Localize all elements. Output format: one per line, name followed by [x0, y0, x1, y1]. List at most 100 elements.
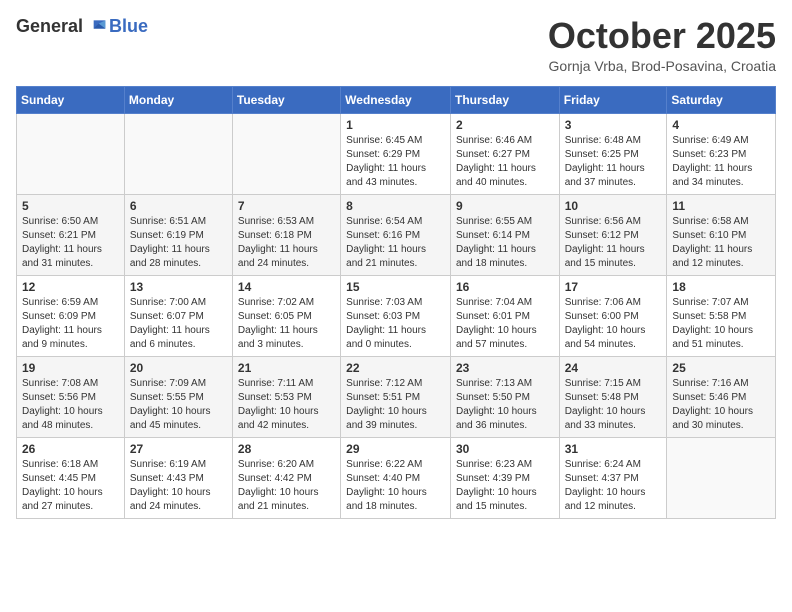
- day-number: 26: [22, 442, 119, 456]
- calendar-cell: 31 Sunrise: 6:24 AM Sunset: 4:37 PM Dayli…: [559, 437, 667, 518]
- weekday-header-saturday: Saturday: [667, 86, 776, 113]
- calendar-cell: 26 Sunrise: 6:18 AM Sunset: 4:45 PM Dayli…: [17, 437, 125, 518]
- day-number: 1: [346, 118, 445, 132]
- calendar-cell: 10Sunrise: 6:56 AM Sunset: 6:12 PM Dayli…: [559, 194, 667, 275]
- weekday-header-friday: Friday: [559, 86, 667, 113]
- day-info: Sunrise: 6:24 AM Sunset: 4:37 PM Dayligh…: [565, 458, 662, 514]
- calendar-week-2: 5 Sunrise: 6:50 AM Sunset: 6:21 PM Daylig…: [17, 194, 776, 275]
- day-info: Sunrise: 7:07 AM Sunset: 5:58 PM Dayligh…: [672, 296, 770, 352]
- day-number: 13: [130, 280, 227, 294]
- calendar-title: October 2025: [548, 16, 776, 56]
- day-info: Sunrise: 7:15 AM Sunset: 5:48 PM Dayligh…: [565, 377, 662, 433]
- calendar-cell: 23 Sunrise: 7:13 AM Sunset: 5:50 PM Dayli…: [450, 356, 559, 437]
- calendar-cell: 29Sunrise: 6:22 AM Sunset: 4:40 PM Dayli…: [341, 437, 451, 518]
- day-info: Sunrise: 7:09 AM Sunset: 5:55 PM Dayligh…: [130, 377, 227, 433]
- calendar-cell: 3 Sunrise: 6:48 AM Sunset: 6:25 PM Daylig…: [559, 113, 667, 194]
- title-block: October 2025 Gornja Vrba, Brod-Posavina,…: [548, 16, 776, 74]
- day-number: 24: [565, 361, 662, 375]
- day-number: 4: [672, 118, 770, 132]
- day-number: 28: [238, 442, 335, 456]
- day-info: Sunrise: 7:03 AM Sunset: 6:03 PM Dayligh…: [346, 296, 445, 352]
- day-info: Sunrise: 6:45 AM Sunset: 6:29 PM Dayligh…: [346, 134, 445, 190]
- day-info: Sunrise: 7:11 AM Sunset: 5:53 PM Dayligh…: [238, 377, 335, 433]
- day-info: Sunrise: 6:50 AM Sunset: 6:21 PM Dayligh…: [22, 215, 119, 271]
- weekday-header-tuesday: Tuesday: [232, 86, 340, 113]
- day-info: Sunrise: 7:06 AM Sunset: 6:00 PM Dayligh…: [565, 296, 662, 352]
- day-number: 27: [130, 442, 227, 456]
- calendar-cell: 28Sunrise: 6:20 AM Sunset: 4:42 PM Dayli…: [232, 437, 340, 518]
- day-info: Sunrise: 6:49 AM Sunset: 6:23 PM Dayligh…: [672, 134, 770, 190]
- calendar-subtitle: Gornja Vrba, Brod-Posavina, Croatia: [548, 58, 776, 74]
- calendar-cell: 13 Sunrise: 7:00 AM Sunset: 6:07 PM Dayli…: [124, 275, 232, 356]
- day-info: Sunrise: 7:08 AM Sunset: 5:56 PM Dayligh…: [22, 377, 119, 433]
- day-number: 8: [346, 199, 445, 213]
- calendar-cell: 25 Sunrise: 7:16 AM Sunset: 5:46 PM Dayli…: [667, 356, 776, 437]
- logo-blue-text: Blue: [109, 16, 148, 37]
- calendar-cell: 2 Sunrise: 6:46 AM Sunset: 6:27 PM Daylig…: [450, 113, 559, 194]
- day-number: 22: [346, 361, 445, 375]
- calendar-cell: 18 Sunrise: 7:07 AM Sunset: 5:58 PM Dayli…: [667, 275, 776, 356]
- day-number: 16: [456, 280, 554, 294]
- day-number: 9: [456, 199, 554, 213]
- calendar-cell: 16Sunrise: 7:04 AM Sunset: 6:01 PM Dayli…: [450, 275, 559, 356]
- day-number: 5: [22, 199, 119, 213]
- day-number: 19: [22, 361, 119, 375]
- calendar-cell: 7Sunrise: 6:53 AM Sunset: 6:18 PM Daylig…: [232, 194, 340, 275]
- calendar-cell: 15 Sunrise: 7:03 AM Sunset: 6:03 PM Dayli…: [341, 275, 451, 356]
- day-info: Sunrise: 6:19 AM Sunset: 4:43 PM Dayligh…: [130, 458, 227, 514]
- calendar-cell: 17 Sunrise: 7:06 AM Sunset: 6:00 PM Dayli…: [559, 275, 667, 356]
- day-number: 17: [565, 280, 662, 294]
- day-info: Sunrise: 6:46 AM Sunset: 6:27 PM Dayligh…: [456, 134, 554, 190]
- calendar-week-4: 19 Sunrise: 7:08 AM Sunset: 5:56 PM Dayli…: [17, 356, 776, 437]
- day-info: Sunrise: 7:16 AM Sunset: 5:46 PM Dayligh…: [672, 377, 770, 433]
- calendar-cell: 14 Sunrise: 7:02 AM Sunset: 6:05 PM Dayli…: [232, 275, 340, 356]
- day-number: 20: [130, 361, 227, 375]
- day-info: Sunrise: 7:12 AM Sunset: 5:51 PM Dayligh…: [346, 377, 445, 433]
- weekday-header-monday: Monday: [124, 86, 232, 113]
- day-info: Sunrise: 6:23 AM Sunset: 4:39 PM Dayligh…: [456, 458, 554, 514]
- day-number: 3: [565, 118, 662, 132]
- day-info: Sunrise: 6:56 AM Sunset: 6:12 PM Dayligh…: [565, 215, 662, 271]
- calendar-week-5: 26 Sunrise: 6:18 AM Sunset: 4:45 PM Dayli…: [17, 437, 776, 518]
- day-info: Sunrise: 6:55 AM Sunset: 6:14 PM Dayligh…: [456, 215, 554, 271]
- calendar-table: SundayMondayTuesdayWednesdayThursdayFrid…: [16, 86, 776, 519]
- calendar-cell: 30 Sunrise: 6:23 AM Sunset: 4:39 PM Dayli…: [450, 437, 559, 518]
- calendar-cell: 19 Sunrise: 7:08 AM Sunset: 5:56 PM Dayli…: [17, 356, 125, 437]
- day-number: 7: [238, 199, 335, 213]
- calendar-cell: 27 Sunrise: 6:19 AM Sunset: 4:43 PM Dayli…: [124, 437, 232, 518]
- day-info: Sunrise: 7:00 AM Sunset: 6:07 PM Dayligh…: [130, 296, 227, 352]
- logo: General Blue: [16, 16, 148, 37]
- day-number: 25: [672, 361, 770, 375]
- day-info: Sunrise: 6:58 AM Sunset: 6:10 PM Dayligh…: [672, 215, 770, 271]
- logo-general-text: General: [16, 16, 83, 37]
- day-number: 31: [565, 442, 662, 456]
- weekday-header-wednesday: Wednesday: [341, 86, 451, 113]
- calendar-cell: 24 Sunrise: 7:15 AM Sunset: 5:48 PM Dayli…: [559, 356, 667, 437]
- logo-icon: [87, 17, 107, 37]
- day-number: 14: [238, 280, 335, 294]
- day-info: Sunrise: 7:02 AM Sunset: 6:05 PM Dayligh…: [238, 296, 335, 352]
- day-number: 15: [346, 280, 445, 294]
- calendar-cell: 21Sunrise: 7:11 AM Sunset: 5:53 PM Dayli…: [232, 356, 340, 437]
- calendar-cell: [17, 113, 125, 194]
- day-info: Sunrise: 6:59 AM Sunset: 6:09 PM Dayligh…: [22, 296, 119, 352]
- header-row: SundayMondayTuesdayWednesdayThursdayFrid…: [17, 86, 776, 113]
- day-number: 30: [456, 442, 554, 456]
- day-number: 2: [456, 118, 554, 132]
- calendar-cell: 4 Sunrise: 6:49 AM Sunset: 6:23 PM Daylig…: [667, 113, 776, 194]
- calendar-cell: [232, 113, 340, 194]
- calendar-cell: [124, 113, 232, 194]
- day-number: 11: [672, 199, 770, 213]
- day-number: 23: [456, 361, 554, 375]
- calendar-cell: [667, 437, 776, 518]
- day-number: 6: [130, 199, 227, 213]
- day-info: Sunrise: 6:48 AM Sunset: 6:25 PM Dayligh…: [565, 134, 662, 190]
- calendar-cell: 8Sunrise: 6:54 AM Sunset: 6:16 PM Daylig…: [341, 194, 451, 275]
- weekday-header-thursday: Thursday: [450, 86, 559, 113]
- day-info: Sunrise: 6:51 AM Sunset: 6:19 PM Dayligh…: [130, 215, 227, 271]
- day-info: Sunrise: 7:13 AM Sunset: 5:50 PM Dayligh…: [456, 377, 554, 433]
- day-number: 18: [672, 280, 770, 294]
- day-info: Sunrise: 6:18 AM Sunset: 4:45 PM Dayligh…: [22, 458, 119, 514]
- calendar-cell: 5 Sunrise: 6:50 AM Sunset: 6:21 PM Daylig…: [17, 194, 125, 275]
- calendar-cell: 9 Sunrise: 6:55 AM Sunset: 6:14 PM Daylig…: [450, 194, 559, 275]
